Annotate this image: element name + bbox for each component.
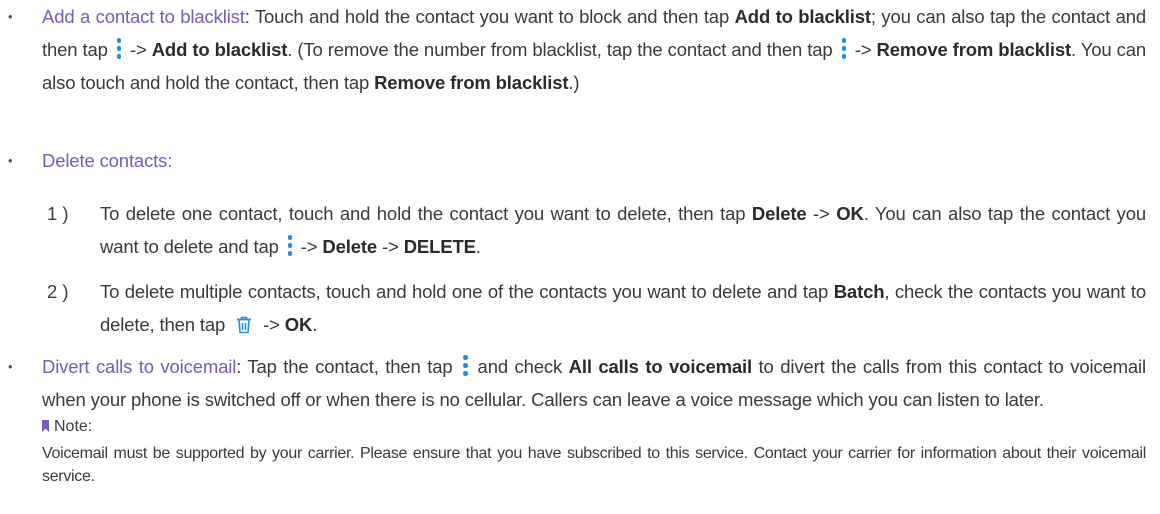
bookmark-icon: [42, 420, 49, 432]
manual-page: • Add a contact to blacklist: Touch and …: [0, 0, 1160, 514]
more-vertical-dots-icon: [115, 38, 123, 60]
text: and check: [471, 356, 569, 377]
more-vertical-dots-icon: [461, 355, 469, 377]
bullet-blacklist: • Add a contact to blacklist: Touch and …: [0, 0, 1160, 99]
topic-divert-calls: Divert calls to voicemail: [42, 356, 237, 377]
delete-step-2: 2 ) To delete multiple contacts, touch a…: [0, 275, 1160, 344]
delete-heading: Delete contacts:: [42, 144, 1146, 177]
step-text: To delete one contact, touch and hold th…: [100, 197, 1146, 263]
step-text: To delete multiple contacts, touch and h…: [100, 275, 1146, 344]
blacklist-paragraph: Add a contact to blacklist: Touch and ho…: [42, 0, 1146, 99]
term-delete: Delete: [322, 236, 378, 257]
note-body: Voicemail must be supported by your carr…: [42, 445, 1146, 485]
bullet-divert-voicemail: • Divert calls to voicemail: Tap the con…: [0, 350, 1160, 488]
arrow-text: ->: [124, 39, 152, 60]
term-add-to-blacklist: Add to blacklist: [151, 39, 288, 60]
arrow-text: ->: [806, 203, 837, 224]
text: .: [312, 314, 318, 335]
text: : Tap the contact, then tap: [236, 356, 460, 377]
term-remove-from-blacklist: Remove from blacklist: [374, 72, 569, 93]
arrow-text: ->: [377, 236, 404, 257]
term-all-calls-to-voicemail: All calls to voicemail: [568, 356, 753, 377]
term-add-to-blacklist: Add to blacklist: [734, 6, 871, 27]
bullet-glyph: •: [8, 359, 13, 374]
text: . (To remove the number from blacklist, …: [287, 39, 838, 60]
text: : Touch and hold the contact you want to…: [244, 6, 735, 27]
bullet-delete-contacts: • Delete contacts:: [0, 144, 1160, 177]
term-delete-confirm: DELETE: [403, 236, 476, 257]
term-remove-from-blacklist: Remove from blacklist: [876, 39, 1072, 60]
step-number: 1 ): [47, 203, 69, 224]
arrow-text: ->: [258, 314, 285, 335]
text: To delete multiple contacts, touch and h…: [100, 281, 834, 302]
more-vertical-dots-icon: [840, 38, 848, 60]
trash-icon: [236, 311, 252, 344]
delete-step-1: 1 ) To delete one contact, touch and hol…: [0, 197, 1160, 263]
arrow-text: ->: [295, 236, 323, 257]
term-ok: OK: [836, 203, 864, 224]
text: To delete one contact, touch and hold th…: [100, 203, 752, 224]
topic-add-to-blacklist: Add a contact to blacklist: [42, 6, 245, 27]
step-number: 2 ): [47, 281, 69, 302]
note-label: Note:: [54, 418, 93, 435]
bullet-glyph: •: [8, 153, 13, 168]
text: .: [475, 236, 481, 257]
voicemail-paragraph: Divert calls to voicemail: Tap the conta…: [42, 350, 1146, 416]
bullet-glyph: •: [8, 9, 13, 24]
term-ok: OK: [284, 314, 313, 335]
more-vertical-dots-icon: [286, 235, 294, 257]
arrow-text: ->: [849, 39, 877, 60]
term-batch: Batch: [833, 281, 885, 302]
text: .): [568, 72, 580, 93]
topic-delete-contacts: Delete contacts:: [42, 150, 173, 171]
term-delete: Delete: [751, 203, 807, 224]
note-heading: Note:: [42, 416, 1146, 438]
